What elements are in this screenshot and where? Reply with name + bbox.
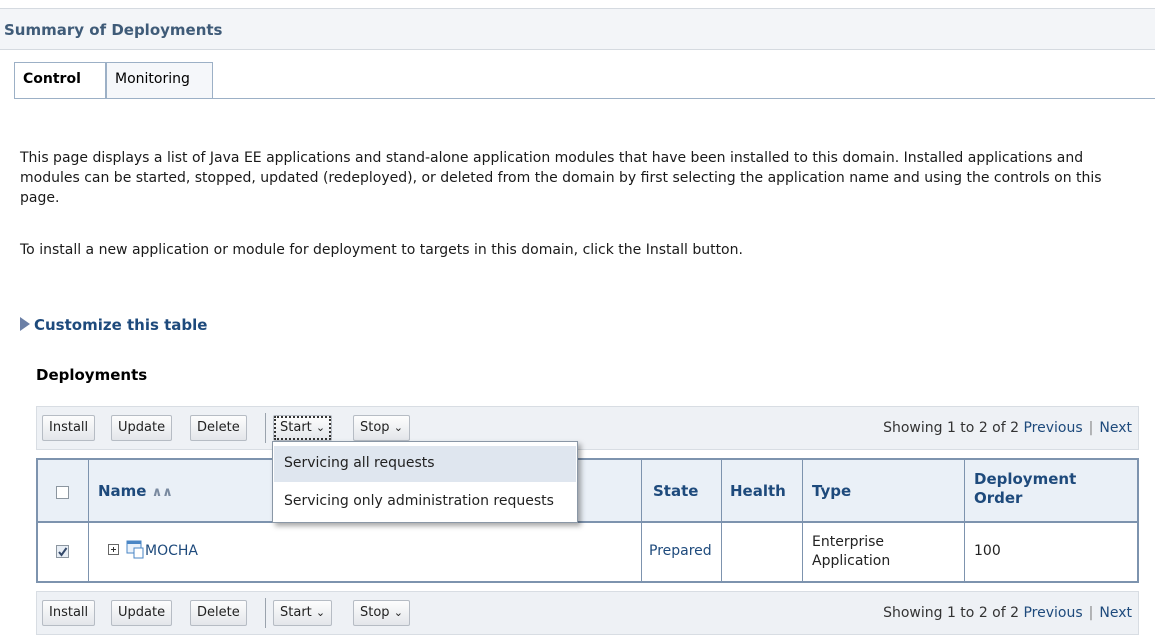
checkmark-icon: [58, 547, 68, 557]
pagination: Showing 1 to 2 of 2 Previous | Next: [883, 605, 1132, 621]
menu-item-servicing-all-requests[interactable]: Servicing all requests: [274, 446, 576, 482]
top-toolbar: Install Update Delete Start ⌄ Stop ⌄ Sho…: [36, 406, 1139, 450]
page-title: Summary of Deployments: [4, 21, 223, 39]
toolbar-separator: [265, 413, 266, 443]
page-header: Summary of Deployments: [0, 8, 1155, 50]
pagination: Showing 1 to 2 of 2 Previous | Next: [883, 420, 1132, 436]
column-header-type[interactable]: Type: [812, 482, 851, 500]
delete-button[interactable]: Delete: [190, 415, 247, 441]
customize-table-link[interactable]: Customize this table: [20, 316, 207, 334]
update-button[interactable]: Update: [111, 600, 173, 626]
customize-label: Customize this table: [34, 316, 208, 334]
type-value: Enterprise Application: [812, 534, 891, 569]
col-divider: [964, 460, 965, 581]
delete-button[interactable]: Delete: [190, 600, 247, 626]
menu-item-servicing-admin-requests[interactable]: Servicing only administration requests: [274, 484, 576, 520]
deployment-order-value: 100: [974, 543, 1001, 559]
chevron-down-icon: ⌄: [393, 421, 403, 434]
start-dropdown-menu: Servicing all requests Servicing only ad…: [272, 441, 578, 523]
app-name-link[interactable]: MOCHA: [145, 543, 198, 559]
sort-up-icon: ∧∧: [151, 485, 173, 500]
stop-label: Stop: [360, 420, 390, 435]
stop-button[interactable]: Stop ⌄: [353, 415, 410, 441]
stop-label: Stop: [360, 605, 390, 620]
previous-link[interactable]: Previous: [1023, 420, 1082, 436]
col-divider: [802, 460, 803, 581]
application-icon: [126, 540, 146, 564]
tab-control[interactable]: Control: [14, 62, 106, 99]
tab-monitoring[interactable]: Monitoring: [106, 62, 213, 98]
start-label: Start: [280, 605, 312, 620]
col-divider: [641, 460, 642, 581]
name-header-label: Name: [98, 482, 147, 500]
column-header-name[interactable]: Name ∧∧: [98, 482, 173, 500]
column-header-deployment-order[interactable]: Deployment Order: [974, 470, 1114, 508]
section-title: Deployments: [36, 366, 148, 384]
column-header-health[interactable]: Health: [730, 482, 786, 500]
install-instructions: To install a new application or module f…: [20, 242, 743, 258]
next-link[interactable]: Next: [1099, 605, 1132, 621]
expand-row-button[interactable]: [108, 544, 120, 560]
bottom-toolbar: Install Update Delete Start ⌄ Stop ⌄ Sho…: [36, 591, 1139, 635]
paging-status: Showing 1 to 2 of 2: [883, 420, 1020, 436]
chevron-down-icon: ⌄: [393, 606, 403, 619]
start-button[interactable]: Start ⌄: [273, 600, 333, 626]
update-button[interactable]: Update: [111, 415, 173, 441]
deployments-table: Name ∧∧ State Health Type Deployment Ord…: [36, 458, 1139, 583]
install-button[interactable]: Install: [42, 415, 96, 441]
col-divider: [721, 460, 722, 581]
chevron-down-icon: ⌄: [315, 421, 326, 434]
row-checkbox[interactable]: [56, 545, 69, 558]
plus-box-icon: [108, 544, 119, 555]
column-header-state[interactable]: State: [653, 482, 698, 500]
col-divider: [88, 460, 89, 581]
chevron-down-icon: ⌄: [315, 606, 326, 619]
next-link[interactable]: Next: [1099, 420, 1132, 436]
expand-triangle-icon: [20, 317, 30, 331]
paging-status: Showing 1 to 2 of 2: [883, 605, 1020, 621]
start-button[interactable]: Start ⌄: [273, 415, 333, 441]
install-button[interactable]: Install: [42, 600, 96, 626]
toolbar-separator: [265, 598, 266, 628]
table-header: [38, 460, 1137, 523]
select-all-checkbox[interactable]: [56, 486, 69, 499]
tab-divider: [14, 98, 1155, 99]
state-value[interactable]: Prepared: [649, 543, 712, 559]
previous-link[interactable]: Previous: [1023, 605, 1082, 621]
description-paragraph: This page displays a list of Java EE app…: [20, 150, 1102, 206]
start-label: Start: [280, 420, 312, 435]
stop-button[interactable]: Stop ⌄: [353, 600, 410, 626]
